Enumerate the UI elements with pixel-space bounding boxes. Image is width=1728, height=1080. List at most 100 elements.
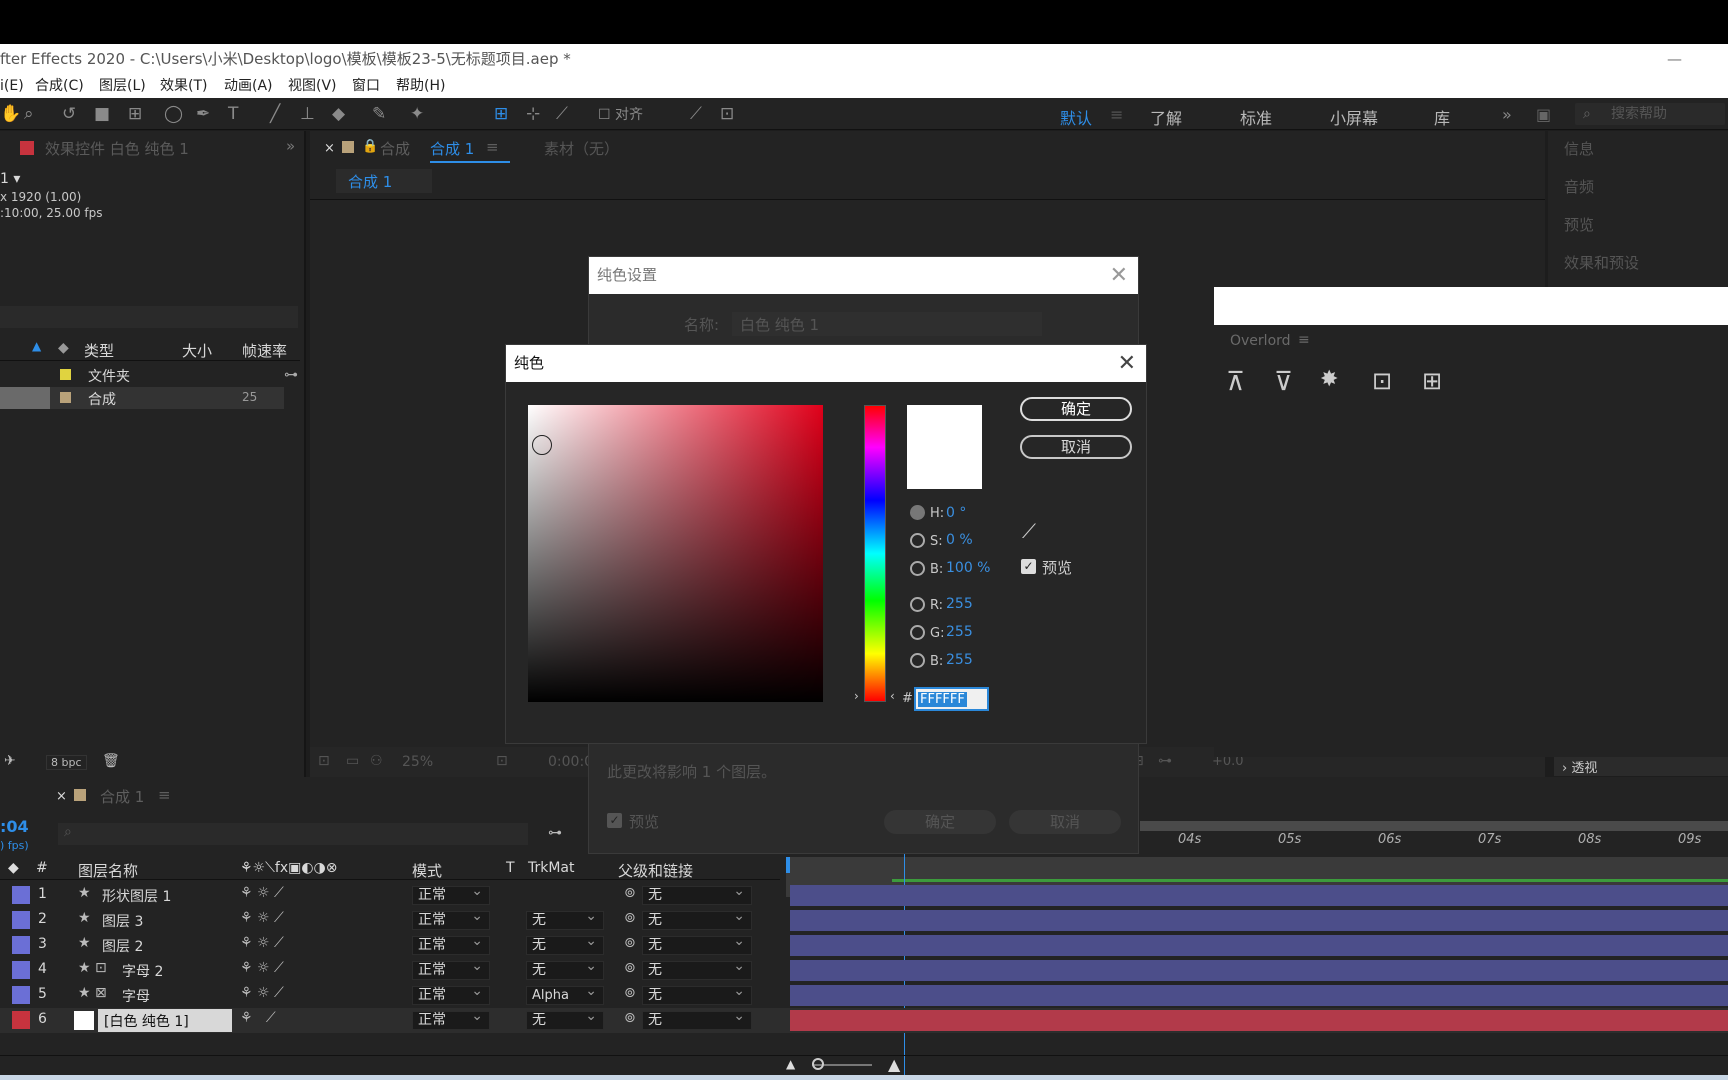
close-tab-icon[interactable]: × bbox=[324, 141, 335, 156]
search-help-input[interactable]: ⌕ 搜索帮助 bbox=[1575, 103, 1725, 125]
trkmat-dropdown[interactable]: Alpha bbox=[526, 983, 604, 1005]
col-fps[interactable]: 帧速率 bbox=[242, 340, 287, 361]
close-tab-icon[interactable]: × bbox=[56, 789, 67, 804]
cancel-button[interactable]: 取消 bbox=[1009, 810, 1121, 834]
mode-dropdown[interactable]: 正常 bbox=[412, 1008, 490, 1030]
brush-tool-icon[interactable]: ╱ bbox=[270, 104, 280, 124]
rotate-tool-icon[interactable]: ↺ bbox=[62, 104, 76, 124]
parent-dropdown[interactable]: 无 bbox=[642, 983, 752, 1005]
name-input[interactable]: 白色 纯色 1 bbox=[732, 312, 1042, 336]
zoom-dropdown[interactable]: 25% bbox=[402, 754, 433, 770]
type-tool-icon[interactable]: T bbox=[228, 104, 238, 124]
layer-name[interactable]: [白色 纯色 1] bbox=[104, 1011, 189, 1031]
parent-dropdown[interactable]: 无 bbox=[642, 1008, 752, 1030]
project-search-input[interactable] bbox=[0, 306, 298, 328]
layer-switches[interactable]: ⚘ ☼ ⟋ bbox=[240, 960, 284, 976]
g-value[interactable]: 255 bbox=[946, 624, 973, 640]
ellipse-tool-icon[interactable]: ◯ bbox=[164, 104, 183, 124]
view-axis-icon[interactable]: ⟋ bbox=[556, 104, 568, 124]
panel-perspective[interactable]: › 透视 bbox=[1554, 757, 1728, 776]
layer-duration-bar[interactable] bbox=[790, 935, 1728, 956]
layer-label-color[interactable] bbox=[12, 986, 30, 1004]
comp-flowchart-icon[interactable]: ⊶ bbox=[548, 825, 562, 841]
parent-dropdown[interactable]: 无 bbox=[642, 933, 752, 955]
pickwhip-icon[interactable]: ⊚ bbox=[624, 885, 636, 901]
menu-edit[interactable]: i(E) bbox=[0, 74, 24, 98]
col-parent[interactable]: 父级和链接 bbox=[618, 860, 693, 881]
comp-tab-menu-icon[interactable]: ≡ bbox=[486, 138, 499, 156]
label-tag-icon[interactable]: ◆ bbox=[8, 860, 19, 876]
snap-grid-icon[interactable]: ⊡ bbox=[720, 104, 734, 124]
pickwhip-icon[interactable]: ⊚ bbox=[624, 910, 636, 926]
table-row[interactable]: 3 ★ 图层 2 ⚘ ☼ ⟋ 正常 无 ⊚ 无 bbox=[0, 933, 1728, 958]
align-checkbox[interactable]: ☐ 对齐 bbox=[598, 105, 643, 125]
mode-dropdown[interactable]: 正常 bbox=[412, 983, 490, 1005]
overlord-menu-icon[interactable]: ≡ bbox=[1298, 332, 1310, 348]
workspace-more-button[interactable]: » bbox=[1502, 105, 1512, 124]
mask-icon[interactable]: ⚇ bbox=[370, 753, 383, 769]
table-row[interactable]: 2 ★ 图层 3 ⚘ ☼ ⟋ 正常 无 ⊚ 无 bbox=[0, 908, 1728, 933]
pickwhip-icon[interactable]: ⊚ bbox=[624, 960, 636, 976]
s-value[interactable]: 0 % bbox=[946, 532, 973, 548]
layer-duration-bar[interactable] bbox=[790, 885, 1728, 906]
workspace-menu-icon[interactable]: ≡ bbox=[1110, 105, 1123, 124]
zoom-out-icon[interactable]: ▲ bbox=[786, 1057, 795, 1071]
table-row[interactable]: 5 ★ ⊠ 字母 ⚘ ☼ ⟋ 正常 Alpha ⊚ 无 bbox=[0, 983, 1728, 1008]
sync-settings-icon[interactable]: ▣ bbox=[1536, 105, 1551, 124]
table-row[interactable]: 6 [白色 纯色 1] ⚘ ⟋ 正常 无 ⊚ 无 bbox=[0, 1008, 1728, 1033]
workspace-learn[interactable]: 了解 bbox=[1150, 105, 1182, 129]
clone-stamp-tool-icon[interactable]: ⊥ bbox=[300, 104, 315, 124]
zoom-slider-thumb[interactable] bbox=[812, 1058, 824, 1070]
workspace-small-screen[interactable]: 小屏幕 bbox=[1330, 105, 1378, 129]
layer-name[interactable]: 字母 bbox=[122, 986, 150, 1006]
hand-tool-icon[interactable]: ✋ bbox=[0, 104, 21, 124]
comp-icon[interactable]: ⊡ bbox=[1372, 367, 1392, 395]
explode-shapes-icon[interactable]: ✸ bbox=[1320, 367, 1338, 392]
interpret-footage-icon[interactable]: ✈ bbox=[4, 753, 16, 769]
menu-animation[interactable]: 动画(A) bbox=[224, 74, 273, 98]
col-mode[interactable]: 模式 bbox=[412, 860, 442, 881]
layer-duration-bar[interactable] bbox=[790, 910, 1728, 931]
layer-switches[interactable]: ⚘ ⟋ bbox=[240, 1010, 276, 1026]
roto-brush-tool-icon[interactable]: ✎ bbox=[372, 104, 386, 124]
label-tag-icon[interactable]: ◆ bbox=[58, 340, 69, 356]
layer-name[interactable]: 图层 2 bbox=[102, 936, 143, 956]
timeline-timecode[interactable]: :04 bbox=[0, 817, 29, 836]
close-icon[interactable]: ✕ bbox=[1110, 257, 1128, 294]
breadcrumb-comp[interactable]: 合成 1 bbox=[348, 171, 392, 192]
flowchart-icon[interactable]: ⊶ bbox=[1158, 753, 1172, 769]
layer-label-color[interactable] bbox=[12, 961, 30, 979]
comp-name-dropdown[interactable]: 1 ▾ bbox=[0, 171, 20, 187]
eraser-tool-icon[interactable]: ◆ bbox=[332, 104, 345, 124]
zoom-tool-icon[interactable]: ⌕ bbox=[24, 104, 34, 124]
pen-tool-icon[interactable]: ✒ bbox=[196, 104, 210, 124]
table-row[interactable]: 1 ★ 形状图层 1 ⚘ ☼ ⟋ 正常 ⊚ 无 bbox=[0, 883, 1728, 908]
layer-label-color[interactable] bbox=[12, 1011, 30, 1029]
layer-switches[interactable]: ⚘ ☼ ⟋ bbox=[240, 910, 284, 926]
mode-dropdown[interactable]: 正常 bbox=[412, 933, 490, 955]
pickwhip-icon[interactable]: ⊚ bbox=[624, 1010, 636, 1026]
layer-label-color[interactable] bbox=[12, 911, 30, 929]
trkmat-dropdown[interactable]: 无 bbox=[526, 908, 604, 930]
preview-icon[interactable]: ⊡ bbox=[318, 753, 330, 769]
pan-behind-tool-icon[interactable]: ⊞ bbox=[128, 104, 142, 124]
blue-value[interactable]: 255 bbox=[946, 652, 973, 668]
menu-view[interactable]: 视图(V) bbox=[288, 74, 337, 98]
sort-up-icon[interactable]: ▲ bbox=[32, 339, 41, 353]
blue-radio[interactable] bbox=[910, 653, 925, 668]
layer-switches[interactable]: ⚘ ☼ ⟋ bbox=[240, 885, 284, 901]
eyedropper-icon[interactable]: ⟋ bbox=[1022, 519, 1036, 543]
cancel-button[interactable]: 取消 bbox=[1020, 435, 1132, 459]
fit-icon[interactable]: ⊡ bbox=[496, 753, 508, 769]
brightness-radio[interactable] bbox=[910, 561, 925, 576]
menu-composition[interactable]: 合成(C) bbox=[35, 74, 84, 98]
layer-switches[interactable]: ⚘ ☼ ⟋ bbox=[240, 985, 284, 1001]
project-item-comp[interactable]: 合成 25 bbox=[0, 387, 284, 409]
menu-effect[interactable]: 效果(T) bbox=[160, 74, 207, 98]
effect-controls-tab[interactable]: 效果控件 白色 纯色 1 bbox=[45, 138, 189, 159]
preview-checkbox[interactable]: ✓ bbox=[607, 813, 622, 828]
ok-button[interactable]: 确定 bbox=[1020, 397, 1132, 421]
comp-tab-name[interactable]: 合成 1 bbox=[430, 138, 474, 159]
timeline-search-input[interactable]: ⌕ bbox=[58, 823, 528, 845]
local-axis-icon[interactable]: ⊞ bbox=[494, 104, 508, 124]
